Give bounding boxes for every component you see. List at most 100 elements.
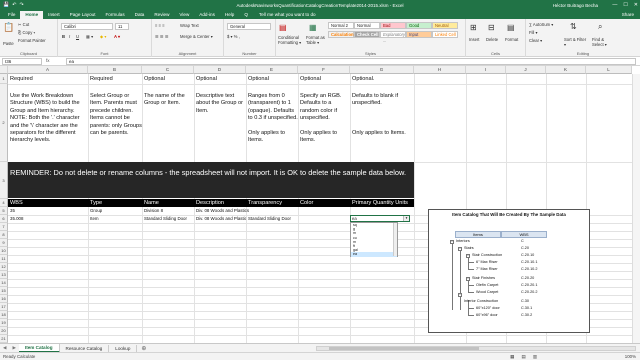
zoom-level[interactable]: 100% xyxy=(625,353,636,360)
row-header[interactable]: 2 xyxy=(0,84,8,162)
dropdown-option-selected[interactable]: ea xyxy=(351,252,397,257)
header-color[interactable]: Color xyxy=(298,199,350,207)
header-description[interactable]: Description xyxy=(194,199,246,207)
tab-help[interactable]: Help xyxy=(220,11,239,19)
cell-wbs[interactable]: 35.008 xyxy=(10,216,86,222)
insert-cells-icon[interactable]: ⊞ xyxy=(470,23,477,32)
reminder-banner[interactable]: REMINDER: Do not delete or rename column… xyxy=(8,162,414,198)
row-header[interactable]: 7 xyxy=(0,223,8,231)
tab-file[interactable]: File xyxy=(3,11,20,19)
column-header-e[interactable]: E xyxy=(246,66,298,74)
primary-quantity-units-input[interactable]: ea ▾ xyxy=(350,215,410,222)
delete-cells-button[interactable]: Delete xyxy=(486,37,498,42)
units-dropdown-list[interactable]: sq g m cu m ft gal ea xyxy=(350,222,398,257)
cell-g1[interactable]: Optional. xyxy=(352,76,412,83)
fill-color-icon[interactable]: ◆ ▾ xyxy=(100,34,107,39)
share-button[interactable]: Share xyxy=(622,12,634,17)
row-header[interactable]: 14 xyxy=(0,279,8,287)
row-header[interactable]: 8 xyxy=(0,231,8,239)
style-neutral[interactable]: Neutral xyxy=(432,22,458,29)
tree-item-name[interactable]: 60"x96" door xyxy=(476,313,498,318)
column-header-b[interactable]: B xyxy=(88,66,142,74)
font-size-select[interactable]: 11 xyxy=(115,23,129,30)
format-cells-icon[interactable]: ▤ xyxy=(507,23,515,32)
format-cells-button[interactable]: Format xyxy=(505,37,518,42)
column-header-i[interactable]: I xyxy=(466,66,506,74)
tree-item-name[interactable]: 7" Max Riser xyxy=(476,267,498,272)
sheet-tab-resource-catalog[interactable]: Resource Catalog xyxy=(60,344,110,352)
cell-d1[interactable]: Optional xyxy=(196,76,244,83)
merge-center-button[interactable]: Merge & Center ▾ xyxy=(180,34,213,39)
style-calculation[interactable]: Calculation xyxy=(328,31,354,38)
delete-cells-icon[interactable]: ⊟ xyxy=(488,23,495,32)
find-select-icon[interactable]: ⌕ xyxy=(598,22,602,32)
column-header-f[interactable]: F xyxy=(298,66,350,74)
horizontal-scrollbar-thumb[interactable] xyxy=(329,347,479,350)
tree-item-name[interactable]: Olefin Carpet xyxy=(476,283,498,288)
sort-filter-icon[interactable]: ⇅ xyxy=(570,22,577,31)
cell-e2[interactable]: Ranges from 0 (transparent) to 1 (opaque… xyxy=(248,93,298,161)
row-header[interactable]: 15 xyxy=(0,287,8,295)
tab-q[interactable]: Q xyxy=(239,11,253,19)
align-left-icon[interactable]: ☰ ☰ ☰ xyxy=(155,34,169,39)
font-name-select[interactable]: Calibri xyxy=(61,23,113,30)
italic-button[interactable]: I xyxy=(69,34,70,39)
cell-name[interactable]: Standard Sliding Door xyxy=(144,216,194,222)
style-normal[interactable]: Normal xyxy=(354,22,380,29)
status-calculate[interactable]: Calculate xyxy=(17,353,35,360)
cell-description[interactable]: Div. 08 Woods and Plastics xyxy=(196,216,246,222)
row-header[interactable]: 11 xyxy=(0,255,8,263)
wrap-text-button[interactable]: Wrap Text xyxy=(180,23,199,28)
vertical-scrollbar[interactable] xyxy=(632,74,640,343)
tree-item-name[interactable]: Interior Construction xyxy=(464,299,498,304)
style-linked-cell[interactable]: Linked Cell xyxy=(432,31,458,38)
cell-transparency[interactable]: Standard Sliding Door xyxy=(248,216,298,222)
row-header[interactable]: 12 xyxy=(0,263,8,271)
row-header[interactable]: 20 xyxy=(0,327,8,335)
copy-button[interactable]: ⎘ Copy ▾ xyxy=(18,30,35,35)
collapse-icon[interactable]: − xyxy=(466,277,470,281)
cell-g2[interactable]: Defaults to blank if unspecified. Only a… xyxy=(352,93,412,161)
cell-description[interactable]: Div. 08 Woods and Plastics xyxy=(196,208,296,214)
tab-add-ins[interactable]: Add-ins xyxy=(194,11,220,19)
row-header[interactable]: 9 xyxy=(0,239,8,247)
format-as-table-button[interactable]: Format as Table ▾ xyxy=(306,35,326,45)
style-check-cell[interactable]: Check Cell xyxy=(354,31,380,38)
style-good[interactable]: Good xyxy=(406,22,432,29)
column-header-d[interactable]: D xyxy=(194,66,246,74)
collapse-icon[interactable]: − xyxy=(458,293,462,297)
tree-item-name[interactable]: Stairs xyxy=(464,246,474,251)
cell-d2[interactable]: Descriptive text about the Group or Item… xyxy=(196,93,244,161)
paste-button[interactable]: Paste xyxy=(3,41,14,46)
tab-home[interactable]: Home xyxy=(20,11,44,19)
format-painter-button[interactable]: Format Painter xyxy=(18,38,46,43)
insert-cells-button[interactable]: Insert xyxy=(469,37,479,42)
cell-a1[interactable]: Required xyxy=(10,76,86,83)
header-name[interactable]: Name xyxy=(142,199,194,207)
cell-name[interactable]: Division 8 xyxy=(144,208,192,214)
row-header[interactable]: 16 xyxy=(0,295,8,303)
tree-item-name[interactable]: Wood Carpet xyxy=(476,290,498,295)
chevron-down-icon[interactable]: ▾ xyxy=(403,216,409,221)
header-wbs[interactable]: WBS xyxy=(8,199,88,207)
column-header-a[interactable]: A xyxy=(8,66,88,74)
tab-formulas[interactable]: Formulas xyxy=(100,11,129,19)
tree-item-name[interactable]: 60"x120" door xyxy=(476,306,500,311)
cell-b1[interactable]: Required xyxy=(90,76,140,83)
collapse-icon[interactable]: − xyxy=(466,254,470,258)
fill-button[interactable]: Fill ▾ xyxy=(529,30,538,35)
tab-view[interactable]: View xyxy=(174,11,194,19)
cell-c2[interactable]: The name of the Group or Item. xyxy=(144,93,192,161)
column-header-g[interactable]: G xyxy=(350,66,414,74)
collapse-icon[interactable]: − xyxy=(450,240,454,244)
conditional-formatting-button[interactable]: Conditional Formatting ▾ xyxy=(278,35,304,45)
column-header-c[interactable]: C xyxy=(142,66,194,74)
sheet-prev-icon[interactable]: ◀ xyxy=(0,345,9,351)
tab-review[interactable]: Review xyxy=(149,11,174,19)
formula-input[interactable]: ea xyxy=(66,58,636,65)
close-icon[interactable]: ✕ xyxy=(634,2,638,8)
find-select-button[interactable]: Find & Select ▾ xyxy=(592,37,616,47)
user-name[interactable]: Héctor Buitrago Becha xyxy=(553,3,598,8)
style-normal-2[interactable]: Normal 2 xyxy=(328,22,354,29)
cell-wbs[interactable]: 35 xyxy=(10,208,86,214)
